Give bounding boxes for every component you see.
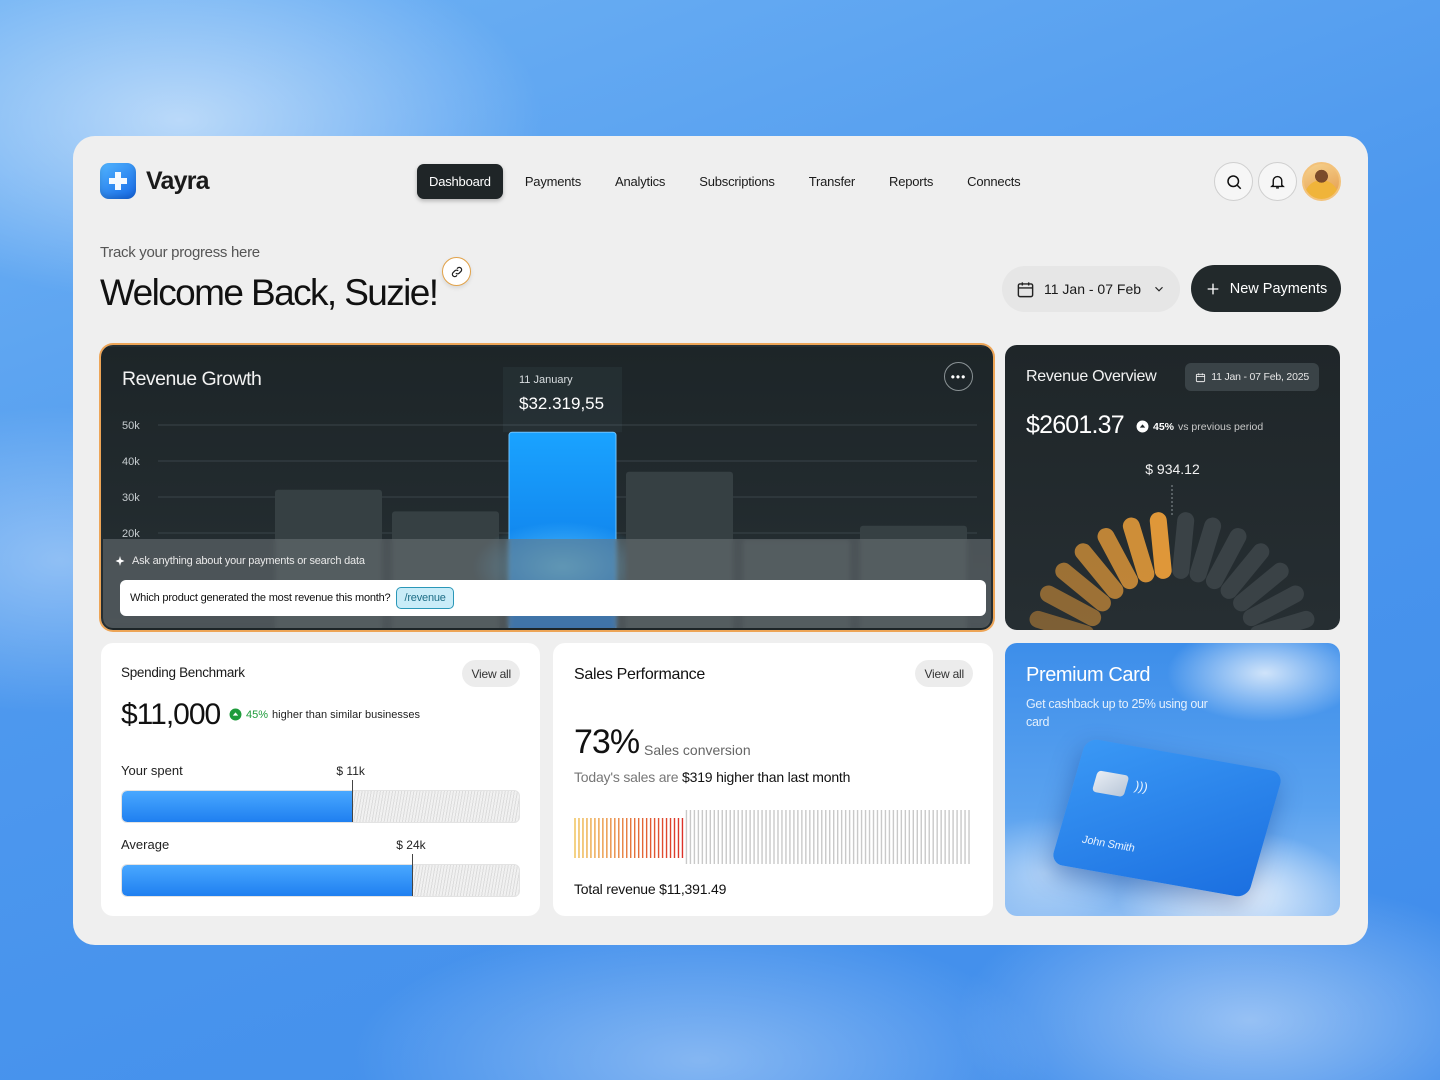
calendar-icon	[1017, 281, 1034, 297]
sales-conversion-label: Sales conversion	[644, 742, 751, 758]
plus-icon	[1207, 283, 1219, 294]
revenue-delta-pct: 45%	[1153, 420, 1175, 433]
brand-name: Vayra	[146, 166, 210, 195]
nav-item-payments[interactable]: Payments	[513, 164, 593, 199]
your-spent-value: $ 11k	[336, 764, 365, 778]
link-button[interactable]	[442, 257, 471, 286]
top-actions	[1214, 162, 1341, 201]
revenue-amount: $2601.37	[1026, 411, 1125, 439]
y-tick-label: 30k	[122, 492, 140, 504]
nav-item-dashboard[interactable]: Dashboard	[417, 164, 503, 199]
nav-item-analytics[interactable]: Analytics	[603, 164, 677, 199]
card-holder-name: John Smith	[1080, 833, 1137, 855]
ask-assistant-bar: Ask anything about your payments or sear…	[103, 539, 991, 628]
revenue-overview-range[interactable]: 11 Jan - 07 Feb, 2025	[1185, 363, 1319, 391]
sales-compare: Today's sales are $319 higher than last …	[574, 769, 850, 785]
sales-progress-ticks	[574, 810, 970, 864]
sales-compare-prefix: Today's sales are	[574, 769, 679, 785]
average-marker	[412, 854, 414, 896]
search-icon	[1226, 174, 1241, 189]
avatar[interactable]	[1302, 162, 1341, 201]
sparkle-icon	[115, 556, 125, 566]
y-tick-label: 50k	[122, 420, 140, 432]
contactless-icon: )))	[1132, 778, 1150, 795]
link-icon	[451, 266, 462, 277]
spending-delta: 45% higher than similar businesses	[229, 708, 420, 721]
revenue-gauge	[1029, 485, 1315, 630]
page-subtitle: Track your progress here	[100, 244, 260, 261]
average-value: $ 24k	[396, 838, 426, 852]
sales-conversion-pct: 73%	[574, 723, 640, 761]
revenue-delta: 45% vs previous period	[1136, 420, 1263, 433]
more-options-button[interactable]: •••	[944, 362, 973, 391]
tooltip-value: $32.319,55	[519, 394, 604, 413]
your-spent-marker	[352, 780, 354, 822]
gauge-segment-active	[1122, 517, 1155, 583]
your-spent-bar	[121, 790, 520, 823]
your-spent-bar-fill	[122, 791, 354, 822]
bell-icon	[1270, 175, 1285, 189]
premium-title: Premium Card	[1026, 664, 1151, 686]
revenue-delta-text: vs previous period	[1178, 420, 1264, 433]
gauge-segment	[1189, 517, 1222, 583]
average-bar-fill	[122, 865, 414, 896]
average-label: Average	[121, 837, 170, 852]
more-icon: •••	[950, 369, 967, 384]
new-payments-label: New Payments	[1229, 280, 1328, 297]
your-spent-label: Your spent	[121, 763, 183, 778]
brand[interactable]: Vayra	[100, 163, 210, 199]
spending-delta-pct: 45%	[246, 708, 269, 721]
sales-title: Sales Performance	[574, 666, 705, 683]
revenue-growth-card: 50k 40k 30k 20k 11 January $32.319,55 Revenue…	[101, 345, 993, 630]
tooltip-date: 11 January	[519, 374, 573, 386]
sales-view-all-button[interactable]: View all	[915, 660, 973, 687]
nav-item-connects[interactable]: Connects	[955, 164, 1032, 199]
logo-mark-icon	[100, 163, 136, 199]
revenue-overview-title: Revenue Overview	[1026, 368, 1157, 385]
gauge-segment	[1172, 512, 1195, 579]
y-tick-label: 40k	[122, 456, 140, 468]
dashboard-panel: Vayra Dashboard Payments Analytics Subsc…	[73, 136, 1368, 945]
gauge-segment	[1250, 610, 1315, 630]
gauge-value: $ 934.12	[1145, 461, 1200, 477]
spending-amount: $11,000	[121, 698, 221, 731]
ask-label: Ask anything about your payments or sear…	[114, 555, 365, 567]
notifications-button[interactable]	[1258, 162, 1297, 201]
revenue-overview-card: Revenue Overview 11 Jan - 07 Feb, 2025 $…	[1005, 345, 1340, 630]
average-bar	[121, 864, 520, 897]
premium-description: Get cashback up to 25% using our card	[1026, 697, 1208, 729]
main-nav: Dashboard Payments Analytics Subscriptio…	[417, 164, 1042, 199]
search-button[interactable]	[1214, 162, 1253, 201]
spending-view-all-button[interactable]: View all	[462, 660, 520, 687]
revenue-growth-title: Revenue Growth	[122, 368, 262, 390]
premium-card-promo[interactable]: Premium Card Get cashback up to 25% usin…	[1005, 643, 1340, 916]
page-title: Welcome Back, Suzie!	[100, 272, 439, 313]
date-range-label: 11 Jan - 07 Feb	[1044, 281, 1142, 297]
sales-total-revenue: Total revenue $11,391.49	[574, 881, 727, 897]
ask-label-text: Ask anything about your payments or sear…	[132, 555, 365, 567]
arrow-up-icon	[1136, 420, 1149, 433]
ask-input-value: Which product generated the most revenue…	[130, 592, 391, 604]
ask-tag[interactable]: /revenue	[396, 587, 454, 609]
sales-compare-highlight: $319 higher than last month	[682, 769, 851, 785]
new-payments-button[interactable]: New Payments	[1191, 265, 1341, 312]
gauge-segment-active	[1149, 512, 1172, 579]
calendar-icon	[1196, 372, 1206, 382]
sales-performance-card: Sales Performance View all 73% Sales con…	[553, 643, 993, 916]
credit-card-image: ))) John Smith	[1050, 737, 1284, 899]
gauge-segment-active	[1029, 610, 1094, 630]
nav-item-transfer[interactable]: Transfer	[797, 164, 867, 199]
date-range-picker[interactable]: 11 Jan - 07 Feb	[1002, 266, 1180, 312]
chevron-down-icon	[1155, 286, 1163, 292]
ask-input[interactable]: Which product generated the most revenue…	[120, 580, 986, 616]
spending-delta-text: higher than similar businesses	[272, 708, 420, 721]
nav-item-reports[interactable]: Reports	[877, 164, 945, 199]
spending-benchmark-card: Spending Benchmark View all $11,000 45% …	[101, 643, 540, 916]
chip-icon	[1091, 770, 1130, 798]
nav-item-subscriptions[interactable]: Subscriptions	[687, 164, 786, 199]
arrow-up-icon	[229, 708, 242, 721]
spending-title: Spending Benchmark	[121, 665, 245, 680]
range-text: 11 Jan - 07 Feb, 2025	[1211, 371, 1309, 383]
